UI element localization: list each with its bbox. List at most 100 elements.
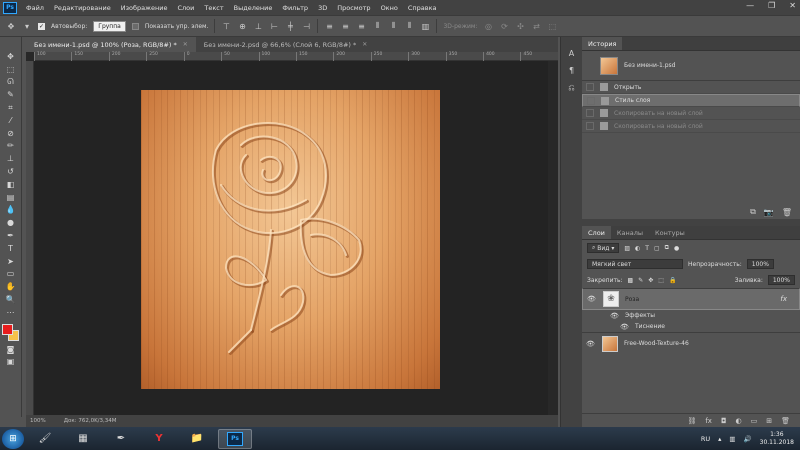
tab-document-2[interactable]: Без имени-2.psd @ 66,6% (Слой 6, RGB/8#)…	[195, 37, 376, 52]
history-source-box[interactable]	[586, 83, 594, 91]
eyedropper-tool-icon[interactable]: ⁄	[4, 115, 18, 126]
maximize-icon[interactable]: ❐	[768, 1, 775, 10]
close-icon[interactable]: ✕	[183, 41, 188, 48]
volume-icon[interactable]: 🔊	[744, 435, 752, 443]
menu-file[interactable]: Файл	[21, 4, 49, 12]
quick-mask-icon[interactable]: ◙	[4, 344, 18, 355]
camera-snapshot-icon[interactable]: 📷	[764, 208, 774, 217]
menu-window[interactable]: Окно	[376, 4, 403, 12]
3d-slide-icon[interactable]: ⇄	[531, 21, 541, 31]
distribute-hcenter-icon[interactable]: ⦀	[388, 21, 398, 31]
minimize-icon[interactable]: —	[746, 1, 754, 10]
tool-preset-chevron-icon[interactable]: ▾	[22, 21, 32, 31]
visibility-eye-icon[interactable]: 👁	[587, 295, 597, 303]
tab-document-1[interactable]: Без имени-1.psd @ 100% (Роза, RGB/8#) * …	[26, 37, 196, 52]
yandex-browser-icon[interactable]: Y	[142, 429, 176, 449]
history-source-box[interactable]	[586, 122, 594, 130]
lock-all-icon[interactable]: 🔒	[669, 277, 676, 284]
filter-pixel-icon[interactable]: ▨	[624, 245, 630, 252]
new-group-icon[interactable]: ▭	[751, 417, 758, 425]
history-source-box[interactable]	[586, 109, 594, 117]
more-tools-icon[interactable]: ⋯	[4, 307, 18, 318]
tab-history[interactable]: История	[582, 37, 623, 50]
marquee-tool-icon[interactable]: ⬚	[4, 64, 18, 75]
distribute-vcenter-icon[interactable]: ≡	[340, 21, 350, 31]
dodge-tool-icon[interactable]: ●	[4, 217, 18, 228]
align-right-icon[interactable]: ⊣	[301, 21, 311, 31]
align-hcenter-icon[interactable]: ╪	[285, 21, 295, 31]
3d-orbit-icon[interactable]: ◎	[483, 21, 493, 31]
color-swatches[interactable]	[1, 323, 20, 342]
link-layers-icon[interactable]: ⛓	[687, 417, 696, 425]
tray-expand-icon[interactable]: ▴	[718, 435, 721, 443]
distribute-left-icon[interactable]: ⦀	[372, 21, 382, 31]
tool-app-icon[interactable]: 🖌	[28, 429, 62, 449]
menu-image[interactable]: Изображение	[116, 4, 173, 12]
file-explorer-icon[interactable]: 📁	[180, 429, 214, 449]
visibility-eye-icon[interactable]: 👁	[586, 340, 596, 348]
effects-row[interactable]: 👁 Эффекты	[582, 310, 800, 321]
fill-input[interactable]: 100%	[767, 275, 795, 285]
trash-icon[interactable]: 🗑	[782, 208, 792, 217]
autoselect-dropdown[interactable]: Группа	[93, 20, 126, 32]
tab-paths[interactable]: Контуры	[649, 226, 691, 239]
effect-item-row[interactable]: 👁 Тиснение	[582, 321, 800, 332]
network-icon[interactable]: ▥	[729, 435, 735, 443]
filter-type-icon[interactable]: T	[645, 245, 649, 252]
layer-kind-filter[interactable]: ⌕ Вид ▾	[587, 243, 620, 253]
distribute-bottom-icon[interactable]: ≡	[356, 21, 366, 31]
history-panel-icon[interactable]: ⎌	[568, 83, 574, 93]
lasso-tool-icon[interactable]: ᘏ	[4, 77, 18, 88]
fx-icon[interactable]: fx	[780, 295, 787, 303]
align-bottom-icon[interactable]: ⊥	[253, 21, 263, 31]
quick-select-tool-icon[interactable]: ✎	[4, 89, 18, 100]
tab-channels[interactable]: Каналы	[611, 226, 649, 239]
photoshop-taskbar-button[interactable]: Ps	[218, 428, 252, 449]
auto-align-icon[interactable]: ▥	[420, 21, 430, 31]
lock-transparent-icon[interactable]: ▩	[628, 277, 634, 284]
opacity-input[interactable]: 100%	[746, 259, 774, 269]
layer-mask-icon[interactable]: ◘	[721, 417, 727, 425]
lock-position-icon[interactable]: ✥	[648, 277, 653, 284]
distribute-top-icon[interactable]: ≡	[324, 21, 334, 31]
lock-artboard-icon[interactable]: ⬚	[658, 277, 664, 284]
zoom-tool-icon[interactable]: 🔍	[4, 294, 18, 305]
fx-icon[interactable]: fx	[705, 417, 712, 425]
history-item[interactable]: Скопировать на новый слой	[582, 107, 800, 120]
brush-tool-icon[interactable]: ✏	[4, 141, 18, 152]
show-transform-checkbox[interactable]	[131, 22, 139, 30]
type-tool-icon[interactable]: T	[4, 243, 18, 254]
visibility-eye-icon[interactable]: 👁	[610, 312, 620, 320]
history-source-box[interactable]	[587, 96, 595, 105]
align-left-icon[interactable]: ⊢	[269, 21, 279, 31]
tab-layers[interactable]: Слои	[582, 226, 611, 239]
document-canvas[interactable]	[141, 90, 440, 389]
new-layer-icon[interactable]: ⊞	[766, 417, 772, 425]
calculator-icon[interactable]: ▦	[66, 429, 100, 449]
menu-filter[interactable]: Фильтр	[277, 4, 313, 12]
menu-select[interactable]: Выделение	[229, 4, 278, 12]
layer-row[interactable]: 👁 ❀ Роза fx	[582, 288, 800, 310]
feather-app-icon[interactable]: ✒	[104, 429, 138, 449]
clone-stamp-tool-icon[interactable]: ⊥	[4, 153, 18, 164]
character-panel-icon[interactable]: A	[569, 49, 574, 58]
filter-smart-object-icon[interactable]: ⧉	[665, 244, 669, 252]
menu-edit[interactable]: Редактирование	[49, 4, 116, 12]
lock-pixels-icon[interactable]: ✎	[638, 277, 643, 284]
filter-toggle-icon[interactable]: ●	[674, 245, 679, 252]
close-icon[interactable]: ✕	[789, 1, 796, 10]
filter-adjustment-icon[interactable]: ◐	[635, 245, 640, 252]
3d-scale-icon[interactable]: ⬚	[547, 21, 557, 31]
path-select-tool-icon[interactable]: ➤	[4, 256, 18, 267]
3d-roll-icon[interactable]: ⟳	[499, 21, 509, 31]
gradient-tool-icon[interactable]: ▤	[4, 192, 18, 203]
close-icon[interactable]: ✕	[362, 41, 367, 48]
language-indicator[interactable]: RU	[701, 435, 710, 443]
menu-layers[interactable]: Слои	[172, 4, 199, 12]
foreground-color-swatch[interactable]	[1, 323, 13, 335]
adjustment-layer-icon[interactable]: ◐	[736, 417, 742, 425]
menu-view[interactable]: Просмотр	[332, 4, 375, 12]
shape-tool-icon[interactable]: ▭	[4, 269, 18, 280]
3d-pan-icon[interactable]: ✣	[515, 21, 525, 31]
screen-mode-icon[interactable]: ▣	[4, 357, 18, 368]
